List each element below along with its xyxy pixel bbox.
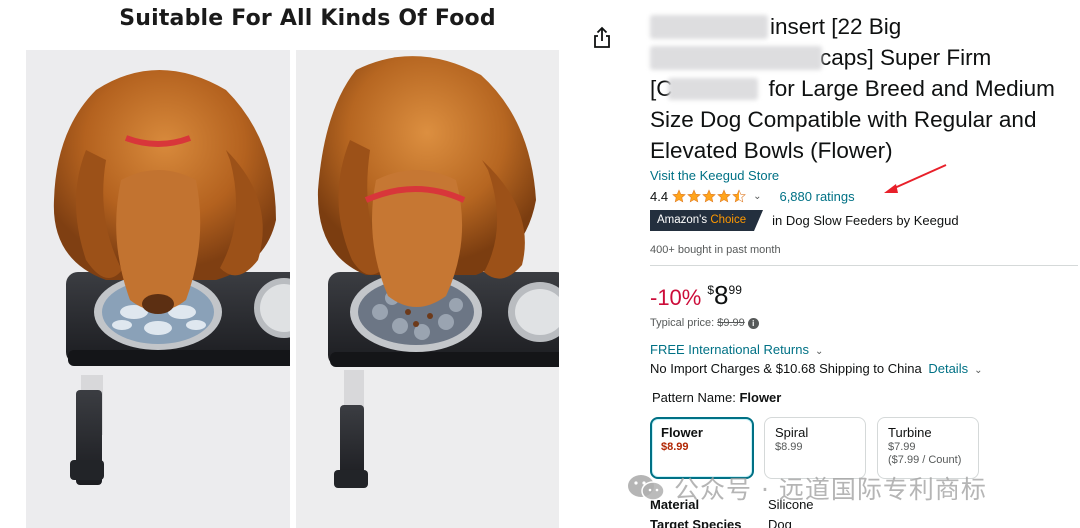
chevron-down-icon[interactable]: ⌄ xyxy=(753,191,761,202)
bought-count: 400+ bought in past month xyxy=(650,244,781,256)
import-charges: No Import Charges & $10.68 Shipping to C… xyxy=(650,361,982,376)
redaction-blur xyxy=(650,15,768,39)
product-image-gallery: Suitable For All Kinds Of Food xyxy=(0,0,580,528)
rating-row: 4.4 ⌄ 6,880 ratings xyxy=(650,187,855,205)
spec-key: Target Species xyxy=(650,517,742,528)
product-photo-flower-bowl[interactable] xyxy=(26,50,290,528)
share-icon xyxy=(594,26,610,48)
swatch-name: Spiral xyxy=(775,425,809,440)
pattern-name-value: Flower xyxy=(739,390,782,405)
amazons-choice-row: Amazon's Choice in Dog Slow Feeders by K… xyxy=(650,210,959,231)
price-block: -10% $ 8 99 xyxy=(650,280,742,312)
wechat-watermark: 公众号 · 远道国际专利商标 xyxy=(626,470,987,506)
chevron-down-icon[interactable]: ⌄ xyxy=(974,365,982,376)
details-link[interactable]: Details xyxy=(928,361,968,376)
annotation-arrow-icon xyxy=(884,164,947,193)
swatch-unit-price: ($7.99 / Count) xyxy=(888,454,962,466)
badge-prefix: Amazon's xyxy=(657,214,711,226)
returns-link[interactable]: FREE International Returns ⌄ xyxy=(650,342,823,357)
title-line-5: Elevated Bowls (Flower) xyxy=(650,138,893,163)
swatch-name: Turbine xyxy=(888,425,932,440)
store-link[interactable]: Visit the Keegud Store xyxy=(650,168,779,183)
title-line-3-text: for Large Breed and Medium xyxy=(768,76,1055,101)
share-button[interactable] xyxy=(592,26,612,50)
spec-value: Dog xyxy=(768,517,792,528)
star-full-icon xyxy=(687,189,701,203)
import-text: No Import Charges & $10.68 Shipping to C… xyxy=(650,361,922,376)
swatch-name: Flower xyxy=(661,425,703,440)
info-icon[interactable]: i xyxy=(747,317,759,329)
star-full-icon xyxy=(702,189,716,203)
typical-price: Typical price: $9.99 i xyxy=(650,317,759,329)
discount-percent: -10% xyxy=(650,285,702,310)
chevron-down-icon: ⌄ xyxy=(814,346,824,357)
product-info-panel: insert [22 Big caps] Super Firm [C for La… xyxy=(650,0,1080,528)
swatch-price: $8.99 xyxy=(661,441,689,453)
badge-category: in Dog Slow Feeders by Keegud xyxy=(772,213,959,228)
price-currency: $ xyxy=(707,283,715,297)
product-title: insert [22 Big caps] Super Firm [C for La… xyxy=(650,11,1075,166)
rating-value: 4.4 xyxy=(650,188,669,204)
star-rating[interactable] xyxy=(672,189,747,203)
price-whole: 8 xyxy=(714,280,729,310)
spec-row-target-species: Target Species Dog xyxy=(650,517,792,528)
divider xyxy=(650,265,1078,266)
gallery-heading: Suitable For All Kinds Of Food xyxy=(119,6,496,31)
pattern-name: Pattern Name: Flower xyxy=(652,390,781,405)
watermark-text: 公众号 · 远道国际专利商标 xyxy=(674,475,987,504)
wechat-icon xyxy=(628,475,665,501)
pattern-name-label: Pattern Name: xyxy=(652,390,736,405)
title-line-4: Size Dog Compatible with Regular and xyxy=(650,107,1037,132)
star-full-icon xyxy=(672,189,686,203)
swatch-price: $8.99 xyxy=(775,441,803,453)
redaction-blur xyxy=(668,78,758,100)
price-fraction: 99 xyxy=(728,283,742,297)
returns-label: FREE International Returns xyxy=(650,342,809,357)
star-half-icon xyxy=(732,189,746,203)
ratings-count-link[interactable]: 6,880 ratings xyxy=(779,189,854,204)
star-full-icon xyxy=(717,189,731,203)
amazons-choice-badge[interactable]: Amazon's Choice xyxy=(650,210,764,231)
swatch-price: $7.99 xyxy=(888,441,916,453)
redaction-blur xyxy=(650,46,822,70)
typical-price-value: $9.99 xyxy=(717,317,745,329)
typical-price-label: Typical price: xyxy=(650,317,715,329)
product-photo-food-bowl[interactable] xyxy=(296,50,559,528)
badge-accent: Choice xyxy=(710,214,747,226)
